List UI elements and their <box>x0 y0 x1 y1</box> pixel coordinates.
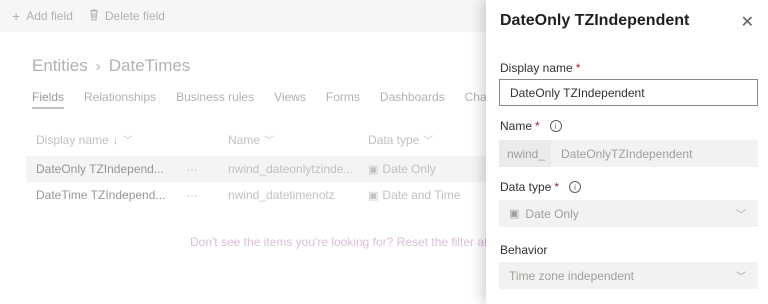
behavior-value: Time zone independent <box>509 268 634 283</box>
data-type-dropdown: ▣ Date Only ﹀ <box>499 200 758 227</box>
behavior-label: Behavior <box>500 243 547 257</box>
info-icon[interactable]: i <box>569 181 582 193</box>
behavior-dropdown: Time zone independent ﹀ <box>499 262 758 289</box>
close-icon[interactable]: ✕ <box>741 12 754 32</box>
data-type-label-text: Data type <box>500 180 552 194</box>
behavior-label-text: Behavior <box>500 243 548 257</box>
info-icon[interactable]: i <box>549 120 562 132</box>
calendar-icon: ▣ <box>509 208 520 220</box>
display-name-input[interactable]: DateOnly TZIndependent <box>499 79 758 106</box>
data-type-value-text: Date Only <box>525 206 579 221</box>
display-name-label: Display name * <box>500 61 580 75</box>
name-prefix: nwind_ <box>499 140 551 167</box>
name-label: Name * i <box>500 119 562 133</box>
panel-title: DateOnly TZIndependent <box>500 12 690 29</box>
data-type-value: ▣ Date Only <box>499 207 579 221</box>
display-name-label-text: Display name <box>500 61 573 75</box>
chevron-down-icon: ﹀ <box>736 272 746 283</box>
chevron-down-icon: ﹀ <box>736 210 746 221</box>
data-type-label: Data type * i <box>500 180 582 194</box>
panel-overlay[interactable] <box>0 0 486 304</box>
name-field: nwind_ DateOnlyTZIndependent <box>499 140 758 167</box>
name-value: DateOnlyTZIndependent <box>561 146 693 161</box>
required-mark: * <box>554 180 560 194</box>
name-label-text: Name <box>500 119 533 133</box>
field-properties-panel: DateOnly TZIndependent ✕ Display name * … <box>486 0 768 304</box>
required-mark: * <box>535 119 540 133</box>
required-mark: * <box>575 61 581 75</box>
